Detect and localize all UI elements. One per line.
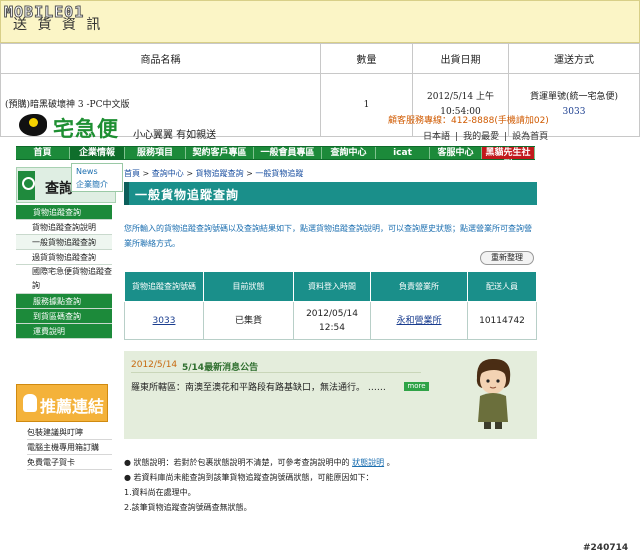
page-title: 一般貨物追蹤查詢 [124, 182, 537, 205]
site-slogan: 小心翼翼 有如親送 [133, 130, 217, 141]
hotline: 顧客服務專線：412-8888(手機請加02) [388, 116, 549, 126]
recommend-item-ecard[interactable]: 免費電子賀卡 [27, 455, 112, 470]
cell-staff: 10114742 [467, 301, 537, 340]
recommend-item-pc-box[interactable]: 電腦主機專用箱訂購 [27, 440, 112, 455]
sidebar-item-intl-tracking[interactable]: 國際宅急便貨物追蹤查詢 [16, 265, 112, 294]
recommend-item-packing[interactable]: 包裝建議與叮嚀 [27, 425, 112, 440]
cell-status: 已集貨 [203, 301, 294, 340]
link-favorites[interactable]: 我的最愛 [463, 132, 499, 142]
news-date: 2012/5/14 [131, 360, 178, 370]
recommend-list: 包裝建議與叮嚀 電腦主機專用箱訂購 免費電子賀卡 [27, 425, 112, 470]
th-status: 目前狀態 [203, 271, 294, 302]
nav-services[interactable]: 服務項目 [125, 147, 186, 159]
note-reason-1: 1.資料尚在處理中。 [124, 488, 196, 497]
corporate-dropdown: News 企業簡介 [71, 163, 123, 192]
col-qty: 數量 [320, 43, 413, 74]
th-staff: 配送人員 [467, 271, 537, 302]
crumb-query[interactable]: 查詢中心 [152, 169, 184, 178]
tracking-link[interactable]: 3033 [563, 107, 586, 117]
ship-method: 貨運單號(統一宅急便) 3033 [508, 73, 640, 137]
col-product: 商品名稱 [0, 43, 321, 74]
col-date: 出貨日期 [412, 43, 509, 74]
query-description: 您所輸入的貨物追蹤查詢號碼以及查詢結果如下，點選貨物追蹤查詢說明，可以查詢歷史狀… [124, 224, 532, 248]
nav-member[interactable]: 一般會員專區 [254, 147, 322, 159]
nav-corporate[interactable]: 企業情報 [70, 147, 125, 159]
nav-contract[interactable]: 契約客戶專區 [186, 147, 254, 159]
magnifier-icon [18, 171, 35, 200]
notes: ● 狀態說明：若對於包裹狀態說明不清楚，可參考查詢說明中的 狀態說明 。 ● 若… [124, 455, 395, 515]
main-nav: 首頁 企業情報 服務項目 契約客戶專區 一般會員專區 查詢中心 icat 客服中… [16, 146, 535, 170]
crumb-home[interactable]: 首頁 [124, 169, 140, 178]
mascot-boy-icon [476, 358, 511, 429]
nav-community[interactable]: 黑貓先生社群 [482, 147, 535, 170]
nav-query[interactable]: 查詢中心 [322, 147, 376, 159]
col-method: 運送方式 [508, 43, 640, 74]
nav-icat[interactable]: icat [376, 147, 430, 159]
th-time: 資料登入時間 [293, 271, 371, 302]
th-tracking-no: 貨物追蹤查詢號碼 [124, 271, 204, 302]
crumb-tracking[interactable]: 貨物追蹤查詢 [196, 169, 244, 178]
image-tag: #240714 [583, 543, 629, 553]
nav-home[interactable]: 首頁 [16, 147, 70, 159]
tracking-table: 貨物追蹤查詢號碼 目前狀態 資料登入時間 負責營業所 配送人員 3033 已集貨… [124, 271, 537, 340]
cell-tracking-no[interactable]: 3033 [124, 301, 204, 340]
note-status: ● 狀態說明：若對於包裹狀態說明不清楚，可參考查詢說明中的 狀態說明 。 [124, 458, 395, 467]
sidebar-item-transit-tracking[interactable]: 過貨貨物追蹤查詢 [16, 250, 112, 265]
ship-date: 2012/5/14 上午 10:54:00 [412, 73, 509, 137]
breadcrumb: 首頁 > 查詢中心 > 貨物追蹤查詢 > 一般貨物追蹤 [124, 169, 304, 178]
cell-time: 2012/05/14 12:54 [293, 301, 371, 340]
dropdown-news[interactable]: News [76, 165, 118, 178]
recommend-header: 推薦連結 [16, 384, 108, 422]
note-reasons: ● 若資料庫尚未能查詢到該筆貨物追蹤查詢號碼狀態，可能原因如下： [124, 473, 374, 482]
sidebar-item-fees[interactable]: 運費說明 [16, 324, 112, 339]
news-divider [131, 372, 421, 373]
refresh-button[interactable]: 重新整理 [480, 251, 534, 265]
product-qty: 1 [320, 73, 413, 137]
nav-service-center[interactable]: 客服中心 [430, 147, 482, 159]
sidebar-item-general-tracking[interactable]: 一般貨物追蹤查詢 [16, 235, 112, 250]
link-homepage[interactable]: 設為首頁 [512, 132, 548, 142]
th-office: 負責營業所 [370, 271, 468, 302]
sidebar-item-area-code[interactable]: 到貨區碼查詢 [16, 309, 112, 324]
watermark-logo: MOBILE01 [3, 3, 85, 22]
pointing-hand-icon [23, 394, 37, 412]
sidebar-item-tracking-help[interactable]: 貨物追蹤查詢說明 [16, 220, 112, 235]
link-japanese[interactable]: 日本語 [423, 132, 450, 142]
dropdown-about[interactable]: 企業簡介 [76, 178, 118, 191]
news-body: 羅東所轄區：南澳至澳花和平路段有路基缺口，無法通行。 …… [131, 383, 386, 393]
top-links: 日本語 | 我的最愛 | 設為首頁 [423, 132, 549, 142]
note-reason-2: 2.該筆貨物追蹤查詢號碼查無狀態。 [124, 503, 252, 512]
sidebar-item-locations[interactable]: 服務據點查詢 [16, 294, 112, 309]
status-help-link[interactable]: 狀態說明 [352, 458, 384, 467]
more-button[interactable]: more [404, 382, 429, 391]
sidebar: 貨物追蹤查詢 貨物追蹤查詢說明 一般貨物追蹤查詢 過貨貨物追蹤查詢 國際宅急便貨… [16, 205, 112, 339]
sidebar-item-tracking[interactable]: 貨物追蹤查詢 [16, 205, 112, 220]
crumb-general[interactable]: 一般貨物追蹤 [255, 169, 303, 178]
black-cat-logo-icon [19, 114, 47, 136]
site-logo[interactable]: 宅急便 [53, 113, 119, 143]
cell-office[interactable]: 永和營業所 [370, 301, 468, 340]
